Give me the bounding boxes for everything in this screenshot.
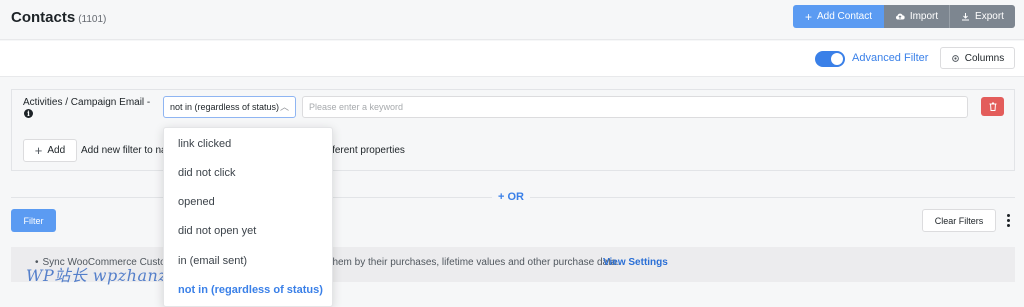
export-button[interactable]: Export: [949, 5, 1015, 28]
more-options-icon[interactable]: [1002, 210, 1014, 230]
operator-select[interactable]: not in (regardless of status) ︿: [163, 96, 296, 118]
keyword-input[interactable]: Please enter a keyword: [302, 96, 968, 118]
add-contact-label: Add Contact: [816, 11, 873, 22]
kebab-dot: [1006, 223, 1010, 227]
or-group-button[interactable]: + OR: [492, 191, 530, 203]
advanced-filter-toggle[interactable]: [815, 51, 845, 67]
kebab-dot: [1006, 218, 1010, 222]
cloud-upload-icon: [895, 13, 905, 20]
delete-filter-button[interactable]: [981, 97, 1004, 116]
operator-dropdown: link clicked did not click opened did no…: [163, 127, 333, 307]
add-filter-button[interactable]: + Add: [23, 139, 77, 162]
export-label: Export: [975, 11, 1004, 22]
info-icon[interactable]: i: [24, 109, 33, 118]
plus-icon: +: [804, 9, 812, 24]
gear-icon: [951, 54, 959, 62]
dropdown-option[interactable]: did not click: [178, 167, 235, 179]
chevron-up-icon: ︿: [279, 102, 289, 112]
dropdown-option[interactable]: link clicked: [178, 138, 231, 150]
view-settings-link[interactable]: View Settings: [603, 257, 668, 268]
import-label: Import: [909, 11, 939, 22]
columns-button[interactable]: Columns: [940, 47, 1015, 69]
kebab-dot: [1006, 213, 1010, 217]
download-icon: [962, 13, 970, 21]
add-contact-button[interactable]: + Add Contact: [793, 5, 884, 28]
columns-label: Columns: [964, 52, 1005, 64]
page-header: Contacts (1101) + Add Contact Import Expo…: [0, 0, 1024, 40]
plus-icon: +: [34, 142, 43, 158]
dropdown-option[interactable]: opened: [178, 196, 215, 208]
trash-icon: [989, 102, 996, 111]
operator-value: not in (regardless of status): [170, 102, 280, 112]
or-label: OR: [507, 191, 524, 203]
filter-button[interactable]: Filter: [11, 209, 56, 232]
advanced-filter-label[interactable]: Advanced Filter: [852, 52, 928, 64]
page-title-text: Contacts: [11, 9, 76, 26]
contact-count: (1101): [78, 14, 107, 25]
filter-group: Activities / Campaign Email - i not in (…: [11, 89, 1015, 171]
toggle-knob: [831, 53, 843, 65]
filter-toolbar: Advanced Filter Columns: [0, 41, 1024, 77]
dropdown-option[interactable]: did not open yet: [178, 225, 256, 237]
dropdown-option[interactable]: in (email sent): [178, 255, 247, 267]
page-title: Contacts (1101): [11, 9, 106, 26]
clear-filters-button[interactable]: Clear Filters: [922, 209, 996, 232]
add-filter-label: Add: [47, 145, 66, 156]
filter-property-label: Activities / Campaign Email -: [23, 97, 151, 108]
import-button[interactable]: Import: [884, 5, 949, 28]
dropdown-option-selected[interactable]: not in (regardless of status): [178, 284, 323, 296]
